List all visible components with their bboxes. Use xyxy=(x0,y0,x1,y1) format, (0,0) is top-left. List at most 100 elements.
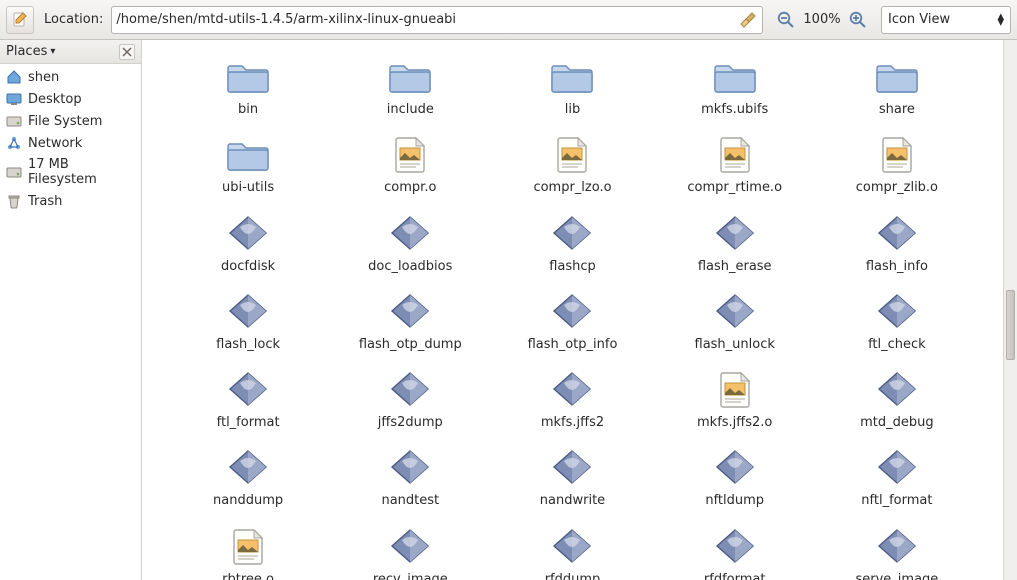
folder-icon xyxy=(711,54,759,98)
file-item[interactable]: flash_unlock xyxy=(659,287,811,355)
file-label: docfdisk xyxy=(221,259,275,275)
sidebar-close-button[interactable] xyxy=(119,44,135,60)
disk-icon xyxy=(6,164,22,180)
file-item[interactable]: mkfs.jffs2.o xyxy=(659,365,811,433)
sidebar-item-desktop[interactable]: Desktop xyxy=(0,88,141,110)
file-item[interactable]: nandwrite xyxy=(496,443,648,511)
file-item[interactable]: compr_rtime.o xyxy=(659,130,811,198)
file-item[interactable]: flashcp xyxy=(496,209,648,277)
sidebar-item-label: shen xyxy=(28,70,59,85)
file-item[interactable]: flash_info xyxy=(821,209,973,277)
file-item[interactable]: nanddump xyxy=(172,443,324,511)
file-item[interactable]: compr_zlib.o xyxy=(821,130,973,198)
file-label: nandtest xyxy=(381,493,439,509)
file-label: share xyxy=(879,102,915,118)
places-header-toggle[interactable]: Places ▾ xyxy=(6,44,55,59)
binary-icon xyxy=(873,367,921,411)
object-icon xyxy=(224,524,272,568)
file-item[interactable]: rfddump xyxy=(496,522,648,580)
sidebar-item-file-system[interactable]: File System xyxy=(0,110,141,132)
binary-icon xyxy=(224,289,272,333)
file-label: rbtree.o xyxy=(222,572,274,580)
object-icon xyxy=(386,132,434,176)
file-item[interactable]: mtd_debug xyxy=(821,365,973,433)
file-item[interactable]: nandtest xyxy=(334,443,486,511)
file-label: ftl_check xyxy=(868,337,926,353)
scrollbar-thumb[interactable] xyxy=(1006,290,1015,360)
location-input[interactable] xyxy=(116,12,740,27)
folder-icon xyxy=(386,54,434,98)
file-item[interactable]: flash_otp_info xyxy=(496,287,648,355)
edit-location-button[interactable] xyxy=(6,6,34,34)
file-label: recv_image xyxy=(373,572,448,580)
file-item[interactable]: jffs2dump xyxy=(334,365,486,433)
file-item[interactable]: nftldump xyxy=(659,443,811,511)
file-item[interactable]: rfdformat xyxy=(659,522,811,580)
binary-icon xyxy=(873,524,921,568)
binary-icon xyxy=(386,211,434,255)
clear-location-icon[interactable] xyxy=(740,11,758,29)
file-item[interactable]: recv_image xyxy=(334,522,486,580)
file-label: jffs2dump xyxy=(378,415,443,431)
file-label: mkfs.ubifs xyxy=(701,102,768,118)
sidebar-item-network[interactable]: Network xyxy=(0,132,141,154)
file-item[interactable]: ftl_check xyxy=(821,287,973,355)
file-label: rfddump xyxy=(545,572,601,580)
location-field[interactable] xyxy=(111,6,763,34)
file-item[interactable]: flash_erase xyxy=(659,209,811,277)
file-label: mkfs.jffs2.o xyxy=(697,415,772,431)
file-label: compr_zlib.o xyxy=(856,180,938,196)
binary-icon xyxy=(224,211,272,255)
file-item[interactable]: rbtree.o xyxy=(172,522,324,580)
file-label: nanddump xyxy=(213,493,283,509)
vertical-scrollbar[interactable] xyxy=(1003,40,1017,580)
chevron-down-icon: ▾ xyxy=(50,46,55,57)
file-label: ftl_format xyxy=(217,415,280,431)
file-label: nftldump xyxy=(705,493,764,509)
sidebar-item-trash[interactable]: Trash xyxy=(0,190,141,212)
view-mode-select[interactable]: Icon View ▴▾ xyxy=(881,6,1011,34)
file-item[interactable]: flash_otp_dump xyxy=(334,287,486,355)
file-item[interactable]: serve_image xyxy=(821,522,973,580)
places-header: Places ▾ xyxy=(0,40,141,64)
sidebar-item-label: Desktop xyxy=(28,92,82,107)
trash-icon xyxy=(6,193,22,209)
file-item[interactable]: mkfs.jffs2 xyxy=(496,365,648,433)
file-label: flash_erase xyxy=(698,259,772,275)
file-label: doc_loadbios xyxy=(368,259,452,275)
file-item[interactable]: share xyxy=(821,52,973,120)
file-item[interactable]: ubi-utils xyxy=(172,130,324,198)
file-item[interactable]: doc_loadbios xyxy=(334,209,486,277)
zoom-out-button[interactable] xyxy=(775,9,797,31)
file-item[interactable]: bin xyxy=(172,52,324,120)
file-item[interactable]: include xyxy=(334,52,486,120)
binary-icon xyxy=(548,445,596,489)
main-area: Places ▾ shen Desktop File SystemNetwork17… xyxy=(0,40,1017,580)
sidebar-item-shen[interactable]: shen xyxy=(0,66,141,88)
network-icon xyxy=(6,135,22,151)
file-item[interactable]: compr.o xyxy=(334,130,486,198)
file-item[interactable]: nftl_format xyxy=(821,443,973,511)
zoom-in-button[interactable] xyxy=(847,9,869,31)
file-label: compr.o xyxy=(384,180,436,196)
dropdown-spinner-icon: ▴▾ xyxy=(997,14,1004,26)
object-icon xyxy=(548,132,596,176)
file-item[interactable]: compr_lzo.o xyxy=(496,130,648,198)
file-item[interactable]: docfdisk xyxy=(172,209,324,277)
object-icon xyxy=(711,132,759,176)
file-label: bin xyxy=(238,102,258,118)
sidebar-item-17-mb-filesystem[interactable]: 17 MB Filesystem xyxy=(0,154,141,190)
file-item[interactable]: mkfs.ubifs xyxy=(659,52,811,120)
file-grid-scroll[interactable]: bin include lib mkfs.ubifs share ubi-utils com… xyxy=(142,40,1003,580)
file-label: compr_rtime.o xyxy=(687,180,782,196)
folder-icon xyxy=(224,132,272,176)
binary-icon xyxy=(711,211,759,255)
file-item[interactable]: ftl_format xyxy=(172,365,324,433)
file-label: flash_unlock xyxy=(695,337,775,353)
file-label: flash_lock xyxy=(216,337,280,353)
file-label: include xyxy=(387,102,434,118)
sidebar: Places ▾ shen Desktop File SystemNetwork17… xyxy=(0,40,142,580)
file-label: mkfs.jffs2 xyxy=(541,415,604,431)
file-item[interactable]: lib xyxy=(496,52,648,120)
file-item[interactable]: flash_lock xyxy=(172,287,324,355)
